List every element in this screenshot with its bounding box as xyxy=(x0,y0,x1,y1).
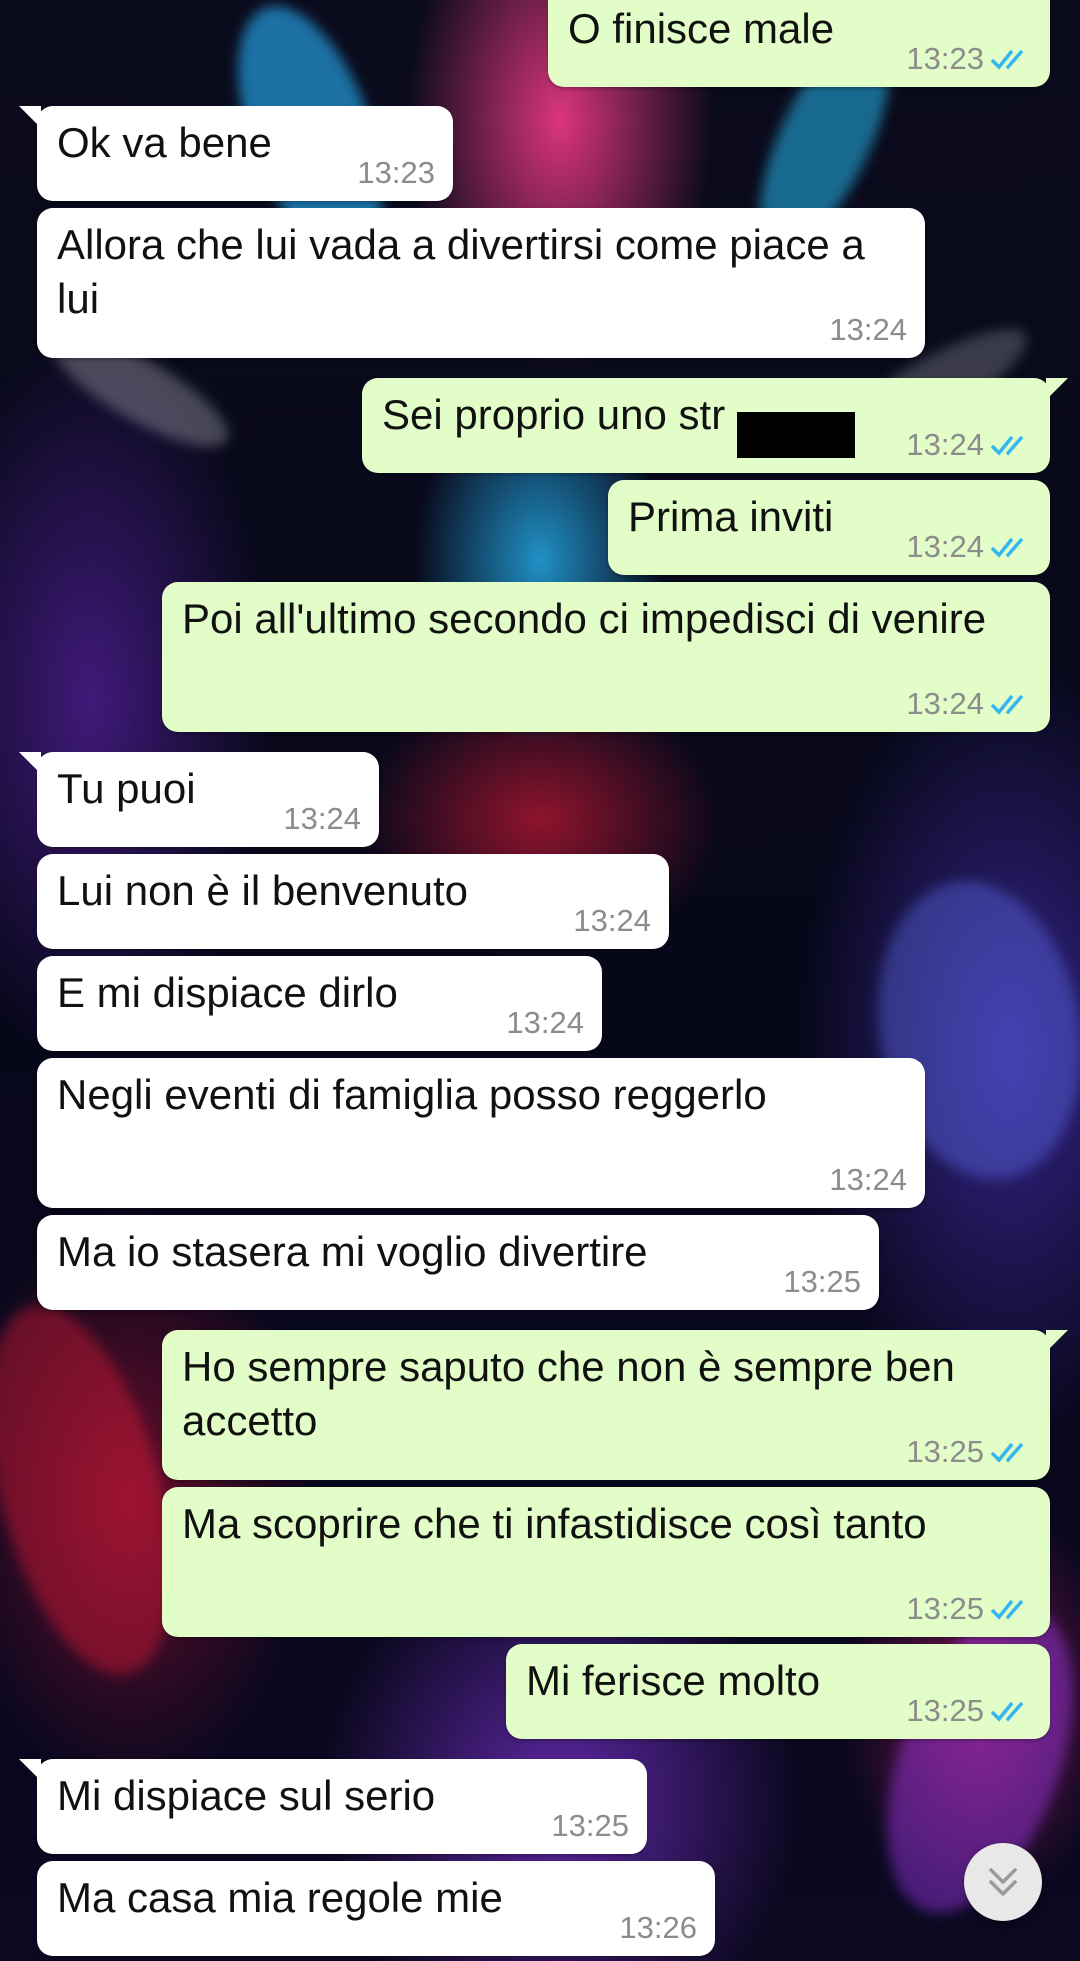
message-time: 13:24 xyxy=(906,427,984,462)
message-time: 13:24 xyxy=(829,312,907,347)
message-meta: 13:24 xyxy=(906,427,1032,463)
message-time: 13:25 xyxy=(783,1264,861,1299)
message-text: Negli eventi di famiglia posso reggerlo xyxy=(57,1071,767,1118)
message-bubble-incoming[interactable]: Ma io stasera mi voglio divertire 13:25 xyxy=(37,1215,879,1310)
read-ticks-icon xyxy=(990,49,1024,70)
message-time: 13:24 xyxy=(906,686,984,721)
message-time: 13:26 xyxy=(619,1910,697,1945)
message-meta: 13:25 xyxy=(906,1591,1032,1627)
read-ticks-icon xyxy=(990,1599,1024,1620)
message-time: 13:23 xyxy=(357,155,435,190)
message-meta: 13:23 xyxy=(906,41,1032,77)
message-time: 13:25 xyxy=(906,1434,984,1469)
message-text: Poi all'ultimo secondo ci impedisci di v… xyxy=(182,595,987,642)
message-bubble-outgoing[interactable]: Sei proprio uno str 13:24 xyxy=(362,378,1068,473)
message-meta: 13:24 xyxy=(906,529,1032,565)
message-bubble-incoming[interactable]: Allora che lui vada a divertirsi come pi… xyxy=(37,208,925,358)
message-meta: 13:24 xyxy=(283,801,361,837)
message-bubble-outgoing[interactable]: Ho sempre saputo che non è sempre ben ac… xyxy=(162,1330,1068,1480)
message-time: 13:25 xyxy=(551,1808,629,1843)
read-ticks-icon xyxy=(990,1442,1024,1463)
message-bubble-incoming[interactable]: E mi dispiace dirlo 13:24 xyxy=(37,956,602,1051)
message-bubble-outgoing[interactable]: Poi all'ultimo secondo ci impedisci di v… xyxy=(162,582,1050,732)
message-time: 13:24 xyxy=(573,903,651,938)
read-ticks-icon xyxy=(990,537,1024,558)
chevron-double-down-icon xyxy=(989,1868,1017,1896)
message-bubble-incoming[interactable]: Mi dispiace sul serio 13:25 xyxy=(19,1759,647,1854)
message-text: Allora che lui vada a divertirsi come pi… xyxy=(57,221,877,322)
message-text: Mi dispiace sul serio xyxy=(57,1772,436,1819)
message-list[interactable]: O finisce male 13:23 Ok va bene 13:23 Al… xyxy=(0,0,1080,1961)
message-time: 13:25 xyxy=(906,1591,984,1626)
message-time: 13:23 xyxy=(906,41,984,76)
message-bubble-outgoing[interactable]: Prima inviti 13:24 xyxy=(608,480,1050,575)
message-text: E mi dispiace dirlo xyxy=(57,969,398,1016)
message-meta: 13:24 xyxy=(573,903,651,939)
message-text: Ma casa mia regole mie xyxy=(57,1874,503,1921)
message-time: 13:24 xyxy=(906,529,984,564)
message-bubble-incoming[interactable]: Ok va bene 13:23 xyxy=(19,106,453,201)
redaction-box xyxy=(737,412,855,458)
message-text: Ho sempre saputo che non è sempre ben ac… xyxy=(182,1343,967,1444)
message-meta: 13:25 xyxy=(906,1434,1032,1470)
read-ticks-icon xyxy=(990,435,1024,456)
message-meta: 13:25 xyxy=(551,1808,629,1844)
message-meta: 13:26 xyxy=(619,1910,697,1946)
message-text: Ma io stasera mi voglio divertire xyxy=(57,1228,648,1275)
message-bubble-incoming[interactable]: Lui non è il benvenuto 13:24 xyxy=(37,854,669,949)
message-time: 13:25 xyxy=(906,1693,984,1728)
message-bubble-incoming[interactable]: Negli eventi di famiglia posso reggerlo … xyxy=(37,1058,925,1208)
message-meta: 13:24 xyxy=(829,1162,907,1198)
message-meta: 13:24 xyxy=(829,312,907,348)
read-ticks-icon xyxy=(990,1701,1024,1722)
message-meta: 13:23 xyxy=(357,155,435,191)
message-text: Ma scoprire che ti infastidisce così tan… xyxy=(182,1500,927,1547)
message-bubble-incoming[interactable]: Tu puoi 13:24 xyxy=(19,752,379,847)
message-text: Lui non è il benvenuto xyxy=(57,867,468,914)
message-meta: 13:24 xyxy=(906,686,1032,722)
scroll-to-bottom-button[interactable] xyxy=(964,1843,1042,1921)
read-ticks-icon xyxy=(990,694,1024,715)
message-meta: 13:25 xyxy=(906,1693,1032,1729)
message-time: 13:24 xyxy=(283,801,361,836)
message-meta: 13:25 xyxy=(783,1264,861,1300)
message-time: 13:24 xyxy=(829,1162,907,1197)
message-bubble-outgoing[interactable]: O finisce male 13:23 xyxy=(548,0,1050,87)
message-bubble-outgoing[interactable]: Mi ferisce molto 13:25 xyxy=(506,1644,1050,1739)
message-meta: 13:24 xyxy=(506,1005,584,1041)
message-bubble-outgoing[interactable]: Ma scoprire che ti infastidisce così tan… xyxy=(162,1487,1050,1637)
message-time: 13:24 xyxy=(506,1005,584,1040)
message-bubble-incoming[interactable]: Ma casa mia regole mie 13:26 xyxy=(37,1861,715,1956)
